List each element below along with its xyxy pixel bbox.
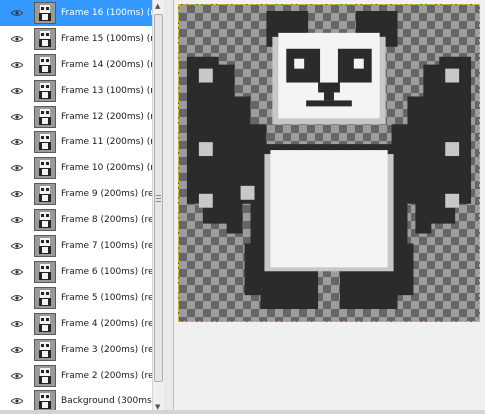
layer-thumbnail bbox=[34, 312, 56, 335]
layer-thumbnail bbox=[34, 105, 56, 128]
layer-thumbnail bbox=[34, 338, 56, 361]
eye-icon[interactable] bbox=[0, 0, 34, 26]
panda-sprite bbox=[186, 11, 472, 310]
eye-icon[interactable] bbox=[0, 311, 34, 337]
eye-icon[interactable] bbox=[0, 130, 34, 156]
layer-name: Frame 14 (200ms) (replace) bbox=[61, 59, 152, 70]
eye-icon[interactable] bbox=[0, 363, 34, 389]
layer-name: Frame 10 (200ms) (replace) bbox=[61, 163, 152, 174]
layer-row[interactable]: Frame 13 (100ms) (replace) bbox=[0, 78, 152, 104]
layer-thumbnail bbox=[34, 79, 56, 102]
layer-row[interactable]: Frame 4 (200ms) (replace) bbox=[0, 311, 152, 337]
layer-name: Background (300ms) bbox=[61, 396, 152, 407]
layer-name: Frame 15 (100ms) (replace) bbox=[61, 33, 152, 44]
eye-icon[interactable] bbox=[0, 337, 34, 363]
arrow-up-icon[interactable]: ▲ bbox=[155, 2, 160, 10]
layer-row[interactable]: Frame 3 (200ms) (replace) bbox=[0, 337, 152, 363]
layer-row[interactable]: Frame 10 (200ms) (replace) bbox=[0, 155, 152, 181]
layer-thumbnail bbox=[34, 260, 56, 283]
eye-icon[interactable] bbox=[0, 52, 34, 78]
layer-name: Frame 11 (200ms) (replace) bbox=[61, 137, 152, 148]
layer-thumbnail bbox=[34, 1, 56, 24]
layer-thumbnail bbox=[34, 53, 56, 76]
layer-name: Frame 9 (200ms) (replace) bbox=[61, 189, 152, 200]
eye-icon[interactable] bbox=[0, 181, 34, 207]
eye-icon[interactable] bbox=[0, 78, 34, 104]
layer-row[interactable]: Frame 11 (200ms) (replace) bbox=[0, 130, 152, 156]
layer-name: Frame 6 (100ms) (replace) bbox=[61, 266, 152, 277]
layer-row[interactable]: Frame 12 (200ms) (replace) bbox=[0, 104, 152, 130]
layer-row[interactable]: Frame 5 (100ms) (replace) bbox=[0, 285, 152, 311]
layer-thumbnail bbox=[34, 235, 56, 258]
layer-thumbnail bbox=[34, 364, 56, 387]
layer-thumbnail bbox=[34, 131, 56, 154]
layer-thumbnail bbox=[34, 157, 56, 180]
layer-name: Frame 12 (200ms) (replace) bbox=[61, 111, 152, 122]
panel-divider[interactable] bbox=[164, 0, 174, 414]
layer-name: Frame 16 (100ms) (replace) bbox=[61, 7, 152, 18]
eye-icon[interactable] bbox=[0, 104, 34, 130]
layers-scrollbar[interactable]: ▲ ▼ bbox=[152, 0, 164, 414]
layer-thumbnail bbox=[34, 286, 56, 309]
eye-icon[interactable] bbox=[0, 207, 34, 233]
layer-row[interactable]: Frame 14 (200ms) (replace) bbox=[0, 52, 152, 78]
layer-thumbnail bbox=[34, 209, 56, 232]
layer-row[interactable]: Frame 15 (100ms) (replace) bbox=[0, 26, 152, 52]
eye-icon[interactable] bbox=[0, 285, 34, 311]
layer-row[interactable]: Frame 2 (200ms) (replace) bbox=[0, 363, 152, 389]
layer-name: Frame 8 (200ms) (replace) bbox=[61, 215, 152, 226]
layer-name: Frame 4 (200ms) (replace) bbox=[61, 318, 152, 329]
layer-name: Frame 13 (100ms) (replace) bbox=[61, 85, 152, 96]
layers-panel: Frame 16 (100ms) (replace) Frame 15 (100m… bbox=[0, 0, 152, 414]
eye-icon[interactable] bbox=[0, 259, 34, 285]
layer-row[interactable]: Frame 6 (100ms) (replace) bbox=[0, 259, 152, 285]
layer-name: Frame 5 (100ms) (replace) bbox=[61, 292, 152, 303]
image-canvas[interactable] bbox=[178, 4, 480, 322]
layer-name: Frame 3 (200ms) (replace) bbox=[61, 344, 152, 355]
layer-row[interactable]: Frame 9 (200ms) (replace) bbox=[0, 181, 152, 207]
layer-name: Frame 7 (100ms) (replace) bbox=[61, 241, 152, 252]
status-strip bbox=[0, 410, 485, 414]
canvas-area[interactable] bbox=[174, 0, 485, 414]
eye-icon[interactable] bbox=[0, 155, 34, 181]
layer-row[interactable]: Frame 8 (200ms) (replace) bbox=[0, 207, 152, 233]
layer-row[interactable]: Frame 16 (100ms) (replace) bbox=[0, 0, 152, 26]
scroll-grip bbox=[156, 195, 161, 203]
eye-icon[interactable] bbox=[0, 233, 34, 259]
eye-icon[interactable] bbox=[0, 26, 34, 52]
layer-thumbnail bbox=[34, 183, 56, 206]
layer-name: Frame 2 (200ms) (replace) bbox=[61, 370, 152, 381]
scroll-thumb[interactable] bbox=[154, 14, 163, 382]
layer-row[interactable]: Frame 7 (100ms) (replace) bbox=[0, 233, 152, 259]
layer-thumbnail bbox=[34, 27, 56, 50]
